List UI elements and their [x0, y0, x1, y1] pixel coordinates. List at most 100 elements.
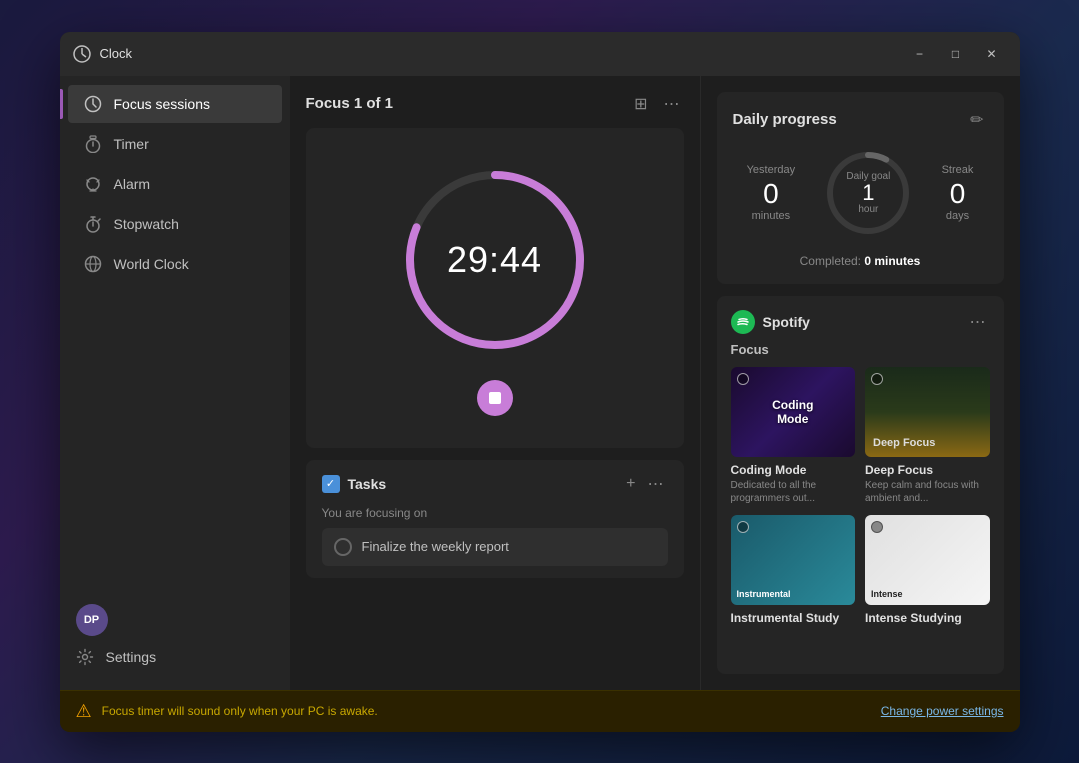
playlist-grid: CodingMode Coding Mode Dedicated to all …	[731, 367, 990, 627]
goal-value: 1	[846, 182, 890, 204]
playlist-radio-deep	[871, 373, 883, 385]
playlist-desc-coding: Dedicated to all the programmers out...	[731, 479, 856, 505]
goal-text: Daily goal 1 hour	[846, 171, 890, 215]
coding-overlay-text: CodingMode	[772, 398, 813, 426]
edit-progress-button[interactable]: ✏	[966, 108, 987, 132]
stop-button[interactable]	[477, 380, 513, 416]
timer-display: 29:44	[447, 239, 542, 281]
bottom-message: Focus timer will sound only when your PC…	[102, 704, 871, 718]
stopwatch-icon	[84, 215, 102, 233]
playlist-item-instrumental[interactable]: Instrumental Instrumental Study	[731, 515, 856, 627]
task-item[interactable]: Finalize the weekly report	[322, 528, 668, 566]
spotify-logo	[731, 310, 755, 334]
focus-on-label: You are focusing on	[322, 506, 668, 520]
playlist-name-coding: Coding Mode	[731, 463, 856, 477]
spotify-focus-label: Focus	[731, 342, 990, 357]
tasks-title: Tasks	[348, 476, 387, 492]
timer-ring: 29:44	[395, 160, 595, 360]
warning-icon: ⚠	[76, 701, 92, 722]
window-title: Clock	[100, 46, 904, 61]
focus-panel-controls: ⊞ ⋯	[630, 92, 683, 116]
alarm-icon	[84, 175, 102, 193]
streak-value: 0	[942, 180, 974, 208]
playlist-item-coding[interactable]: CodingMode Coding Mode Dedicated to all …	[731, 367, 856, 505]
completed-prefix: Completed:	[800, 254, 865, 268]
sidebar-item-world-clock-label: World Clock	[114, 256, 189, 272]
streak-stat: Streak 0 days	[942, 164, 974, 222]
playlist-thumb-intense: Intense	[865, 515, 990, 605]
focus-title: Focus 1 of 1	[306, 95, 394, 112]
playlist-radio-instrumental	[737, 521, 749, 533]
tasks-header: ✓ Tasks + ⋯	[322, 472, 668, 496]
tasks-actions: + ⋯	[622, 472, 667, 496]
close-button[interactable]: ✕	[976, 41, 1008, 67]
timer-icon	[84, 135, 102, 153]
spotify-card: Spotify ⋯ Focus CodingMode Coding Mode	[717, 296, 1004, 674]
playlist-radio-coding	[737, 373, 749, 385]
yesterday-value: 0	[747, 180, 796, 208]
playlist-name-intense: Intense Studying	[865, 611, 990, 625]
playlist-item-intense[interactable]: Intense Intense Studying	[865, 515, 990, 627]
app-icon	[72, 44, 92, 64]
power-settings-link[interactable]: Change power settings	[881, 704, 1004, 718]
sidebar-item-focus-sessions-label: Focus sessions	[114, 96, 210, 112]
user-avatar[interactable]: DP	[76, 604, 108, 636]
sidebar-item-world-clock[interactable]: World Clock	[68, 245, 282, 283]
streak-unit: days	[942, 210, 974, 222]
sidebar-item-alarm[interactable]: Alarm	[68, 165, 282, 203]
yesterday-label: Yesterday	[747, 164, 796, 176]
goal-unit: hour	[846, 204, 890, 215]
playlist-item-deep[interactable]: Deep Focus Deep Focus Keep calm and focu…	[865, 367, 990, 505]
add-task-button[interactable]: +	[622, 472, 639, 496]
window-controls: − □ ✕	[904, 41, 1008, 67]
streak-label: Streak	[942, 164, 974, 176]
check-icon: ✓	[326, 477, 335, 490]
world-clock-icon	[84, 255, 102, 273]
focus-panel-header: Focus 1 of 1 ⊞ ⋯	[306, 92, 684, 116]
sidebar-bottom: DP Settings	[60, 592, 290, 682]
focus-panel: Focus 1 of 1 ⊞ ⋯ 29:44	[290, 76, 700, 690]
task-text: Finalize the weekly report	[362, 539, 509, 554]
playlist-desc-deep: Keep calm and focus with ambient and...	[865, 479, 990, 505]
playlist-thumb-coding: CodingMode	[731, 367, 856, 457]
maximize-button[interactable]: □	[940, 41, 972, 67]
playlist-thumb-instrumental: Instrumental	[731, 515, 856, 605]
completed-value: 0 minutes	[864, 254, 920, 268]
sidebar-item-settings[interactable]: Settings	[68, 640, 282, 674]
tasks-more-button[interactable]: ⋯	[644, 472, 668, 496]
progress-card: Daily progress ✏ Yesterday 0 minutes	[717, 92, 1004, 284]
settings-label: Settings	[106, 649, 157, 665]
progress-stats: Yesterday 0 minutes Daily goal 1	[733, 148, 988, 238]
tasks-title-area: ✓ Tasks	[322, 475, 387, 493]
more-button[interactable]: ⋯	[660, 92, 684, 116]
spotify-brand: Spotify	[731, 310, 810, 334]
titlebar: Clock − □ ✕	[60, 32, 1020, 76]
right-panel: Daily progress ✏ Yesterday 0 minutes	[700, 76, 1020, 690]
progress-title: Daily progress	[733, 111, 837, 128]
tasks-panel: ✓ Tasks + ⋯ You are focusing on Finalize…	[306, 460, 684, 578]
bottom-bar: ⚠ Focus timer will sound only when your …	[60, 690, 1020, 732]
focus-sessions-icon	[84, 95, 102, 113]
sidebar-item-timer-label: Timer	[114, 136, 149, 152]
task-radio[interactable]	[334, 538, 352, 556]
yesterday-stat: Yesterday 0 minutes	[747, 164, 796, 222]
tasks-icon: ✓	[322, 475, 340, 493]
sidebar: Focus sessions Timer	[60, 76, 290, 690]
sidebar-item-timer[interactable]: Timer	[68, 125, 282, 163]
yesterday-unit: minutes	[747, 210, 796, 222]
spotify-more-button[interactable]: ⋯	[966, 310, 990, 334]
playlist-name-deep: Deep Focus	[865, 463, 990, 477]
goal-ring: Daily goal 1 hour	[823, 148, 913, 238]
sidebar-item-alarm-label: Alarm	[114, 176, 151, 192]
spotify-header: Spotify ⋯	[731, 310, 990, 334]
minimize-button[interactable]: −	[904, 41, 936, 67]
playlist-radio-intense	[871, 521, 883, 533]
expand-button[interactable]: ⊞	[630, 92, 651, 116]
progress-header: Daily progress ✏	[733, 108, 988, 132]
timer-container: 29:44	[306, 128, 684, 448]
sidebar-item-stopwatch[interactable]: Stopwatch	[68, 205, 282, 243]
sidebar-item-focus-sessions[interactable]: Focus sessions	[68, 85, 282, 123]
sidebar-item-stopwatch-label: Stopwatch	[114, 216, 179, 232]
settings-icon	[76, 648, 94, 666]
main-window: Clock − □ ✕ Focus sessions	[60, 32, 1020, 732]
